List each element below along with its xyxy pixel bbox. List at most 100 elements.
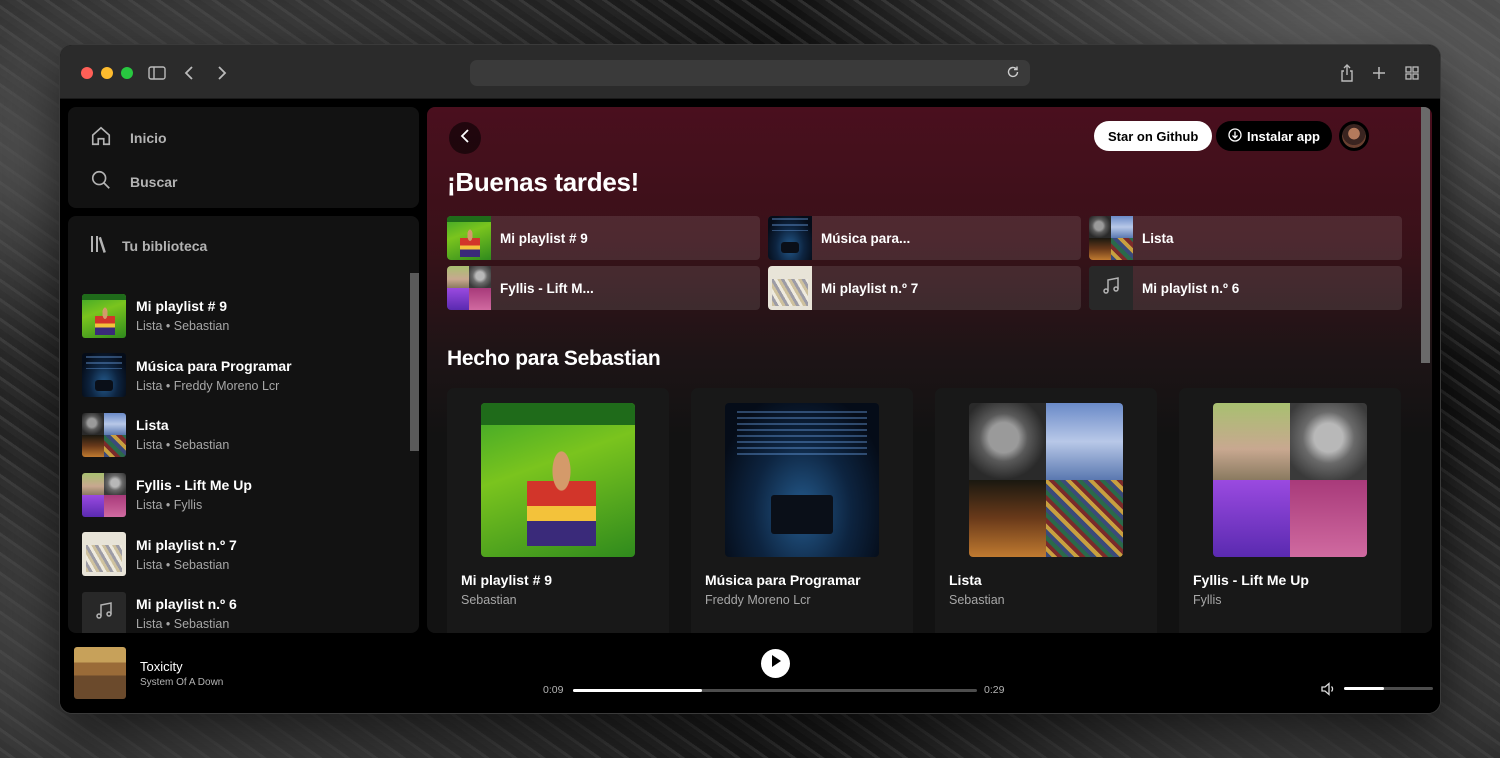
playlist-cover <box>1089 216 1133 260</box>
card-title: Música para Programar <box>705 572 861 588</box>
quick-item-label: Mi playlist # 9 <box>500 230 588 246</box>
list-item[interactable]: Fyllis - Lift Me Up Lista • Fyllis <box>82 465 402 525</box>
now-playing-cover[interactable] <box>74 647 126 699</box>
library-list: Mi playlist # 9 Lista • Sebastian Música … <box>82 286 402 633</box>
quick-item[interactable]: Fyllis - Lift M... <box>447 266 760 310</box>
list-item-title: Lista <box>136 417 169 434</box>
install-app-label: Instalar app <box>1247 128 1320 144</box>
playlist-card[interactable]: Fyllis - Lift Me Up Fyllis <box>1179 388 1401 633</box>
browser-forward-icon[interactable] <box>211 62 233 84</box>
library-scrollbar[interactable] <box>410 273 419 451</box>
quick-item-label: Lista <box>1142 230 1174 246</box>
share-icon[interactable] <box>1336 62 1358 84</box>
volume-slider[interactable] <box>1344 687 1433 690</box>
new-tab-icon[interactable] <box>1368 62 1390 84</box>
quick-item-label: Mi playlist n.º 6 <box>1142 280 1240 296</box>
list-item-subtitle: Lista • Sebastian <box>136 438 230 453</box>
play-button[interactable] <box>761 649 790 678</box>
quick-item[interactable]: Mi playlist # 9 <box>447 216 760 260</box>
avatar[interactable] <box>1339 121 1369 151</box>
nav-search[interactable]: Buscar <box>90 169 177 194</box>
list-item[interactable]: Mi playlist # 9 Lista • Sebastian <box>82 286 402 346</box>
music-note-icon <box>1101 276 1121 301</box>
quick-item[interactable]: Música para... <box>768 216 1081 260</box>
card-subtitle: Sebastian <box>461 593 517 607</box>
made-for-you-cards: Mi playlist # 9 Sebastian Música para Pr… <box>447 388 1401 633</box>
playlist-cover <box>1213 403 1367 557</box>
main-content: Star on Github Instalar app ¡Buenas tard… <box>427 107 1432 633</box>
playlist-cover <box>1089 266 1133 310</box>
library-header[interactable]: Tu biblioteca <box>90 234 207 257</box>
quick-item-label: Mi playlist n.º 7 <box>821 280 919 296</box>
list-item-subtitle: Lista • Fyllis <box>136 498 203 513</box>
playlist-card[interactable]: Lista Sebastian <box>935 388 1157 633</box>
back-button[interactable] <box>449 122 481 154</box>
list-item-title: Mi playlist n.º 6 <box>136 596 237 613</box>
library-icon <box>90 234 110 257</box>
nav-home[interactable]: Inicio <box>90 125 167 150</box>
zoom-window-button[interactable] <box>121 67 133 79</box>
playlist-cover <box>768 266 812 310</box>
playlist-cover <box>481 403 635 557</box>
list-item-title: Mi playlist n.º 7 <box>136 536 237 553</box>
playlist-cover <box>969 403 1123 557</box>
quick-item-label: Fyllis - Lift M... <box>500 280 594 296</box>
address-bar[interactable] <box>470 60 1030 86</box>
card-title: Fyllis - Lift Me Up <box>1193 572 1309 588</box>
minimize-window-button[interactable] <box>101 67 113 79</box>
playlist-cover <box>82 293 126 338</box>
browser-back-icon[interactable] <box>178 62 200 84</box>
now-playing-artist[interactable]: System Of A Down <box>140 677 223 688</box>
list-item-subtitle: Lista • Sebastian <box>136 557 230 572</box>
now-playing-title[interactable]: Toxicity <box>140 659 183 674</box>
card-subtitle: Fyllis <box>1193 593 1222 607</box>
list-item[interactable]: Mi playlist n.º 7 Lista • Sebastian <box>82 524 402 584</box>
quick-item[interactable]: Mi playlist n.º 6 <box>1089 266 1402 310</box>
close-window-button[interactable] <box>81 67 93 79</box>
list-item-title: Música para Programar <box>136 357 292 374</box>
playlist-cover <box>447 266 491 310</box>
list-item-title: Mi playlist # 9 <box>136 298 228 315</box>
chevron-left-icon <box>460 128 470 148</box>
card-title: Lista <box>949 572 982 588</box>
star-on-github-button[interactable]: Star on Github <box>1094 121 1213 151</box>
list-item-subtitle: Lista • Sebastian <box>136 617 230 632</box>
library-title: Tu biblioteca <box>122 237 208 254</box>
list-item-subtitle: Lista • Freddy Moreno Lcr <box>136 378 280 393</box>
playlist-cover <box>447 216 491 260</box>
reload-icon[interactable] <box>1006 65 1022 81</box>
list-item[interactable]: Lista Lista • Sebastian <box>82 405 402 465</box>
sidebar-toggle-icon[interactable] <box>146 62 168 84</box>
quick-item[interactable]: Lista <box>1089 216 1402 260</box>
elapsed-time: 0:09 <box>543 684 564 696</box>
progress-bar[interactable] <box>573 689 977 692</box>
search-icon <box>90 169 112 194</box>
library-panel: Tu biblioteca Mi playlist # 9 Lista • Seb… <box>68 216 419 633</box>
list-item[interactable]: Música para Programar Lista • Freddy More… <box>82 346 402 406</box>
player-bar: Toxicity System Of A Down 0:09 0:29 <box>60 637 1440 713</box>
playlist-card[interactable]: Mi playlist # 9 Sebastian <box>447 388 669 633</box>
duration-time: 0:29 <box>984 684 1005 696</box>
install-app-button[interactable]: Instalar app <box>1216 121 1332 151</box>
download-icon <box>1228 127 1242 145</box>
progress-fill <box>573 689 703 692</box>
volume-icon[interactable] <box>1320 681 1336 697</box>
playlist-cover <box>768 216 812 260</box>
home-icon <box>90 125 112 150</box>
playlist-cover <box>82 591 126 633</box>
tab-overview-icon[interactable] <box>1401 62 1423 84</box>
card-title: Mi playlist # 9 <box>461 572 553 588</box>
sidebar-nav: Inicio Buscar <box>68 107 419 208</box>
list-item-subtitle: Lista • Sebastian <box>136 319 230 334</box>
list-item[interactable]: Mi playlist n.º 6 Lista • Sebastian <box>82 584 402 633</box>
browser-titlebar <box>60 45 1440 99</box>
quick-access-grid: Mi playlist # 9 Música para... Lista Fyl… <box>447 216 1402 310</box>
nav-search-label: Buscar <box>130 173 178 190</box>
playlist-cover <box>82 532 126 577</box>
playlist-cover <box>82 472 126 517</box>
main-scrollbar[interactable] <box>1421 107 1430 363</box>
playlist-cover <box>725 403 879 557</box>
section-title: Hecho para Sebastian <box>447 347 661 370</box>
playlist-card[interactable]: Música para Programar Freddy Moreno Lcr <box>691 388 913 633</box>
quick-item[interactable]: Mi playlist n.º 7 <box>768 266 1081 310</box>
